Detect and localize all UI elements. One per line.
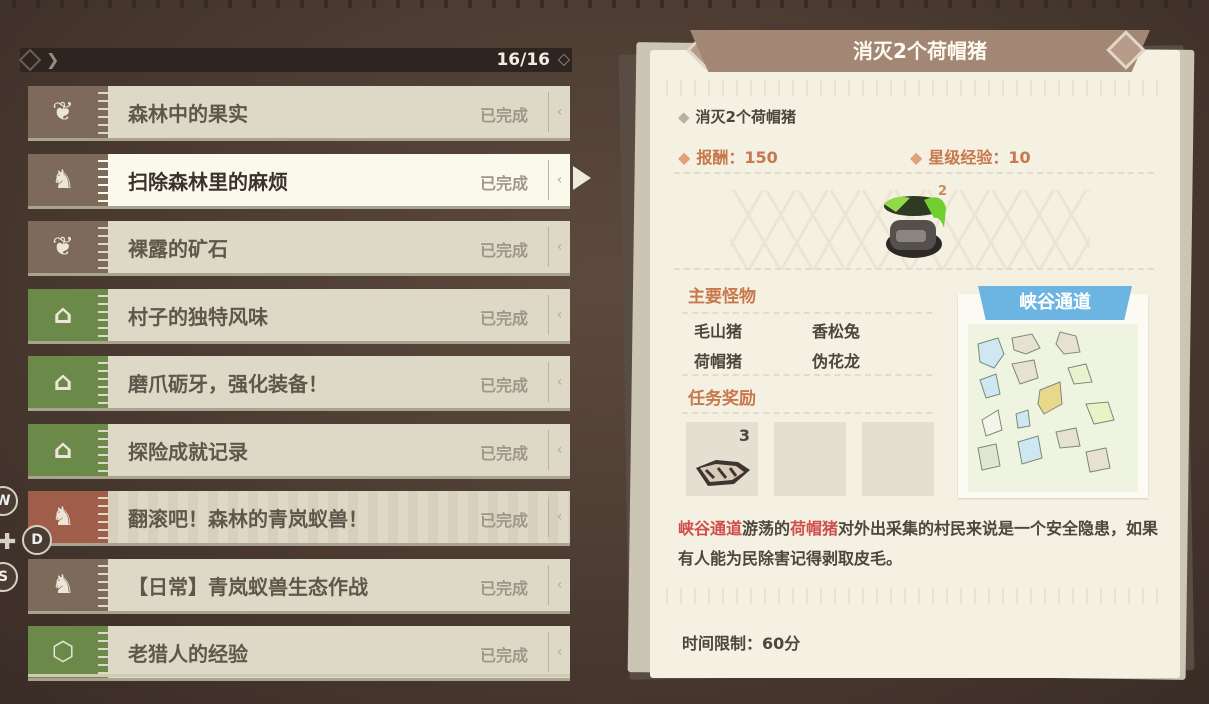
house-icon: ⌂ bbox=[28, 356, 98, 408]
chevron-left-icon: ‹ bbox=[548, 362, 570, 402]
quest-list-item[interactable]: ⬡ 老猎人的经验 已完成 ‹ bbox=[28, 626, 570, 678]
bullet-icon: ◆ bbox=[678, 148, 691, 167]
quest-status: 已完成 bbox=[480, 646, 529, 665]
quest-title: 裸露的矿石 bbox=[128, 237, 228, 261]
list-bottom-divider bbox=[28, 674, 570, 677]
monster-name: 伪花龙 bbox=[812, 352, 861, 371]
leaf-icon: ❦ bbox=[28, 86, 98, 138]
diamond-border-bottom bbox=[666, 588, 1164, 604]
quest-title: 村子的独特风味 bbox=[128, 304, 268, 329]
divider bbox=[674, 172, 1154, 174]
time-limit: 时间限制：60分 bbox=[682, 634, 801, 653]
reward-slot-empty[interactable] bbox=[774, 422, 846, 496]
quest-title: 老猎人的经验 bbox=[128, 642, 248, 666]
chevron-left-icon: ‹ bbox=[548, 92, 570, 132]
chevron-left-icon: ‹ bbox=[548, 227, 570, 267]
monster-name: 毛山猪 bbox=[694, 322, 743, 341]
quest-status: 已完成 bbox=[480, 443, 529, 463]
quest-list-item[interactable]: ⌂ 磨爪砺牙，强化装备！ 已完成 ‹ bbox=[28, 356, 570, 408]
chevron-left-icon: ‹ bbox=[548, 159, 570, 200]
beast-head-icon: ♞ bbox=[28, 558, 98, 611]
quest-title: 翻滚吧！森林的青岚蚁兽！ bbox=[128, 507, 368, 531]
quest-list: ❦ 森林中的果实 已完成 ‹ ♞ 扫除森林里的麻烦 已完成 ‹ ❦ 裸露的矿石 已完成 ‹ ⌂ 村子的独特… bbox=[28, 86, 570, 694]
quest-list-header: ❯ 16/16 ◇ bbox=[18, 48, 572, 72]
quest-status: 已完成 bbox=[480, 578, 529, 598]
chevron-left-icon: ‹ bbox=[548, 497, 570, 537]
chevron-right-icon[interactable]: ◇ bbox=[558, 49, 570, 68]
chevron-left-icon: ‹ bbox=[548, 429, 570, 470]
key-w-hint: W bbox=[0, 486, 18, 516]
divider bbox=[682, 312, 932, 314]
area-map[interactable]: 峡谷通道 bbox=[958, 286, 1148, 498]
quest-status: 已完成 bbox=[480, 308, 529, 328]
quest-list-item[interactable]: ♞ 【日常】青岚蚁兽生态作战 已完成 ‹ bbox=[28, 558, 570, 611]
key-d-hint: D bbox=[22, 525, 52, 555]
desc-text: 游荡的 bbox=[742, 519, 791, 538]
quest-title-banner: 消灭2个荷帽猪 bbox=[690, 30, 1150, 72]
beast-head-icon: ♞ bbox=[28, 153, 98, 206]
house-icon: ⌂ bbox=[28, 423, 98, 476]
quest-title: 森林中的果实 bbox=[128, 102, 248, 126]
quest-title: 探险成就记录 bbox=[128, 439, 248, 464]
quest-status: 已完成 bbox=[480, 173, 529, 193]
quest-count: 16/16 bbox=[496, 50, 550, 70]
chevron-left-icon: ‹ bbox=[548, 564, 570, 605]
quest-list-item[interactable]: ♞ 翻滚吧！森林的青岚蚁兽！ 已完成 ‹ bbox=[28, 491, 570, 543]
reward-money-text: 报酬：150 bbox=[696, 148, 778, 167]
quest-list-item[interactable]: ❦ 森林中的果实 已完成 ‹ bbox=[28, 86, 570, 138]
reward-money: ◆ 报酬：150 bbox=[678, 144, 778, 168]
hex-badge-icon: ⬡ bbox=[28, 626, 98, 678]
house-icon: ⌂ bbox=[28, 288, 98, 341]
quest-list-item[interactable]: ⌂ 探险成就记录 已完成 ‹ bbox=[28, 423, 570, 476]
divider bbox=[674, 268, 1154, 270]
divider bbox=[682, 412, 932, 414]
chevron-left-icon[interactable]: ❯ bbox=[46, 50, 59, 69]
desc-location-highlight: 峡谷通道 bbox=[678, 519, 743, 538]
quest-status: 已完成 bbox=[480, 241, 529, 260]
bullet-icon: ◆ bbox=[678, 108, 690, 126]
quest-title: 扫除森林里的麻烦 bbox=[128, 169, 288, 194]
quest-detail-card: 消灭2个荷帽猪 ◆ 消灭2个荷帽猪 ◆ 报酬：150 ◆ 星级经验：10 2 主要怪物… bbox=[650, 30, 1180, 678]
desc-monster-highlight: 荷帽猪 bbox=[790, 519, 839, 538]
dpad-icon: ✚ bbox=[0, 530, 17, 555]
quest-status: 已完成 bbox=[480, 106, 529, 125]
quest-list-item[interactable]: ❦ 裸露的矿石 已完成 ‹ bbox=[28, 221, 570, 273]
quest-list-item[interactable]: ⌂ 村子的独特风味 已完成 ‹ bbox=[28, 288, 570, 341]
bullet-icon: ◆ bbox=[910, 148, 923, 167]
chevron-left-icon: ‹ bbox=[548, 632, 570, 672]
quest-list-item[interactable]: ♞ 扫除森林里的麻烦 已完成 ‹ bbox=[28, 153, 570, 206]
objective-text: 消灭2个荷帽猪 bbox=[695, 108, 796, 126]
reward-exp-text: 星级经验：10 bbox=[928, 148, 1031, 167]
quest-status: 已完成 bbox=[480, 511, 529, 530]
rewards-heading: 任务奖励 bbox=[688, 389, 756, 409]
diamond-ornament-icon bbox=[18, 48, 42, 72]
reward-slot[interactable]: 3 bbox=[686, 422, 758, 496]
canyon-map-icon bbox=[968, 324, 1138, 492]
monster-name: 荷帽猪 bbox=[694, 352, 743, 371]
leaf-icon: ❦ bbox=[28, 221, 98, 273]
diamond-border-top bbox=[666, 80, 1164, 96]
main-monsters-heading: 主要怪物 bbox=[688, 287, 756, 307]
reward-exp: ◆ 星级经验：10 bbox=[910, 144, 1031, 168]
divider bbox=[682, 374, 932, 376]
monster-name: 香松兔 bbox=[812, 322, 861, 341]
key-s-hint: S bbox=[0, 562, 18, 592]
chevron-left-icon: ‹ bbox=[548, 294, 570, 335]
reward-quantity: 3 bbox=[738, 426, 750, 445]
quest-status: 已完成 bbox=[480, 376, 529, 395]
map-area-label: 峡谷通道 bbox=[978, 286, 1132, 320]
quest-description: 峡谷通道游荡的荷帽猪对外出采集的村民来说是一个安全隐患，如果有人能为民除害记得剥… bbox=[678, 514, 1166, 574]
quest-title: 磨爪砺牙，强化装备！ bbox=[128, 372, 328, 396]
reward-slot-empty[interactable] bbox=[862, 422, 934, 496]
selection-arrow-icon bbox=[573, 166, 591, 190]
quest-title: 【日常】青岚蚁兽生态作战 bbox=[128, 574, 368, 599]
top-decoration bbox=[0, 0, 1209, 8]
target-count: 2 bbox=[938, 184, 948, 199]
quest-objective: ◆ 消灭2个荷帽猪 bbox=[678, 106, 796, 127]
